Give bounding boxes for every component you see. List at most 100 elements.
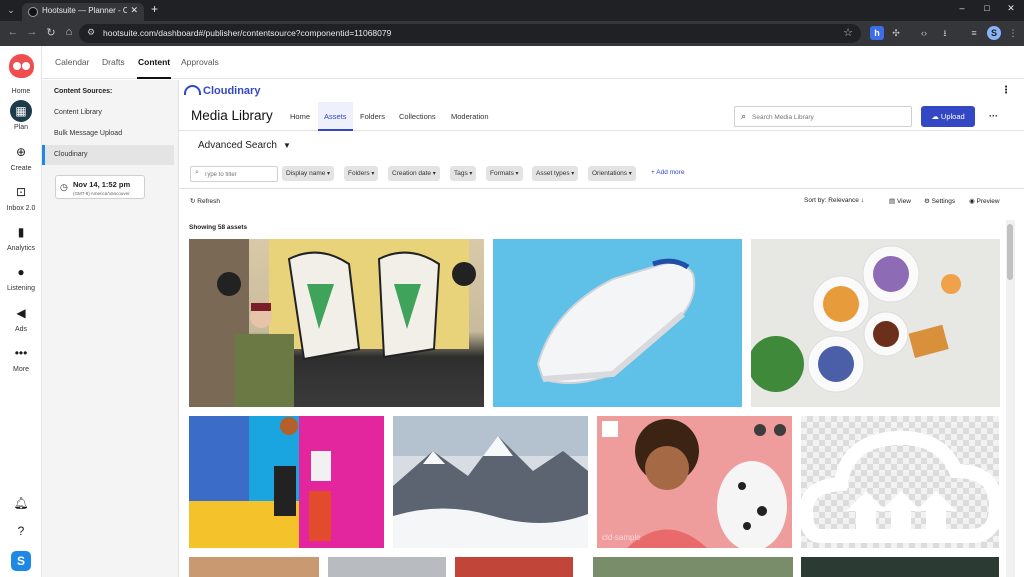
rail-item-analytics[interactable]: ▮ Analytics (0, 221, 42, 252)
scrollbar-thumb[interactable] (1007, 224, 1013, 280)
filter-folders[interactable]: Folders (344, 166, 379, 181)
tab-folders[interactable]: Folders (354, 102, 391, 131)
home-icon[interactable]: ⌂ (62, 26, 76, 38)
forward-arrow-icon[interactable]: → (25, 26, 39, 38)
asset-thumbnail-white-sneaker[interactable] (493, 239, 742, 407)
hootsuite-favicon-icon (28, 7, 38, 17)
asset-thumbnail-row3-2[interactable] (328, 557, 446, 577)
tab-approvals[interactable]: Approvals (181, 57, 219, 67)
more-options-icon[interactable]: ⋮ (1001, 85, 1011, 96)
asset-thumbnail-woman-mural[interactable] (189, 239, 484, 407)
address-bar[interactable]: ⚙ hootsuite.com/dashboard#/publisher/con… (79, 24, 861, 43)
planner-header: Calendar Drafts Content Approvals (42, 46, 1024, 79)
lightbulb-icon: ● (17, 265, 25, 279)
search-field[interactable]: ⌕ (734, 106, 912, 127)
settings-button[interactable]: ⚙ Settings (924, 197, 955, 205)
browser-tab[interactable]: Hootsuite — Planner - Content ✕ (22, 3, 144, 21)
tab-search-icon[interactable]: ⌄ (4, 3, 18, 17)
asset-thumbnail-row3-3[interactable] (455, 557, 573, 577)
cloudinary-media-library: Cloudinary ⋮ Media Library Home Assets F… (179, 80, 1024, 577)
owl-logo-icon[interactable] (9, 54, 34, 78)
search-icon: ⌕ (195, 169, 199, 176)
rail-item-listening[interactable]: ● Listening (0, 261, 42, 292)
tab-calendar[interactable]: Calendar (55, 57, 90, 67)
source-bulk-message-upload[interactable]: Bulk Message Upload (42, 124, 174, 144)
view-button[interactable]: ▤ View (889, 197, 911, 205)
rail-label-plan: Plan (13, 124, 28, 131)
browser-tab-strip: ⌄ Hootsuite — Planner - Content ✕ + – □ … (0, 0, 1024, 21)
asset-thumbnail-mountains[interactable] (393, 416, 588, 548)
preview-button[interactable]: ◉ Preview (969, 197, 1000, 205)
close-window-button[interactable]: ✕ (1004, 3, 1018, 14)
asset-thumbnail-row3-1[interactable] (189, 557, 319, 577)
tab-assets[interactable]: Assets (318, 102, 353, 131)
rail-label-analytics: Analytics (6, 245, 35, 252)
minimize-button[interactable]: – (955, 3, 969, 13)
tab-collections[interactable]: Collections (393, 102, 442, 131)
back-arrow-icon[interactable]: ← (6, 26, 20, 38)
calendar-icon: ▦ (10, 100, 32, 122)
new-tab-button[interactable]: + (151, 2, 158, 16)
tab-home[interactable]: Home (284, 102, 316, 131)
browser-menu-icon[interactable]: ⋮ (1006, 26, 1020, 40)
upload-label: Upload (940, 112, 965, 121)
tab-content[interactable]: Content (138, 57, 170, 67)
rail-item-home[interactable]: Home (0, 86, 42, 95)
maximize-button[interactable]: □ (980, 3, 994, 13)
filter-input[interactable] (204, 169, 274, 180)
asset-thumbnail-row3-4[interactable] (593, 557, 793, 577)
content-sources-title: Content Sources: (54, 88, 113, 95)
devtools-icon[interactable]: ‹› (917, 26, 931, 40)
rail-item-ads[interactable]: ◀ Ads (0, 302, 42, 333)
tab-close-icon[interactable]: ✕ (130, 5, 138, 16)
notifications-bell-icon[interactable]: 🔔︎ (0, 496, 42, 510)
refresh-button[interactable]: ↻ Refresh (190, 197, 220, 205)
rail-label-inbox: Inbox 2.0 (6, 205, 36, 212)
tab-drafts[interactable]: Drafts (102, 57, 125, 67)
scrollbar[interactable] (1006, 220, 1015, 577)
sort-label: Sort by: Relevance (804, 197, 859, 204)
extension-icon[interactable]: h (870, 26, 884, 40)
bookmark-star-icon[interactable]: ☆ (843, 26, 853, 39)
rail-item-plan[interactable]: ▦ Plan (0, 100, 42, 131)
filter-asset-types[interactable]: Asset types (532, 166, 579, 181)
filter-field[interactable]: ⌕ (190, 166, 278, 182)
filter-orientations[interactable]: Orientations (588, 166, 636, 181)
media-controls-icon[interactable]: ≡ (967, 26, 981, 40)
schedule-date-picker[interactable]: ◷ Nov 14, 1:52 pm (GMT-8) America/Vancou… (55, 175, 145, 199)
asset-thumbnail-breakfast-table[interactable] (751, 239, 1000, 407)
filter-formats[interactable]: Formats (486, 166, 523, 181)
filter-display-name[interactable]: Display name (282, 166, 335, 181)
asset-thumbnail-basketball[interactable] (189, 416, 384, 548)
site-info-icon[interactable]: ⚙ (87, 27, 95, 38)
asset-thumbnail-woman-dog[interactable]: cld-sample (597, 416, 792, 548)
add-more-label: Add more (656, 169, 685, 176)
schedule-date: Nov 14, 1:52 pm (73, 180, 131, 189)
more-horizontal-icon[interactable]: ··· (989, 111, 998, 121)
url-text[interactable]: hootsuite.com/dashboard#/publisher/conte… (103, 28, 391, 38)
active-tab-indicator (137, 77, 171, 79)
search-input[interactable] (752, 110, 902, 124)
extensions-puzzle-icon[interactable]: ✣ (889, 26, 903, 40)
source-cloudinary[interactable]: Cloudinary (42, 145, 174, 165)
upload-button[interactable]: ☁ Upload (921, 106, 975, 127)
filter-tags[interactable]: Tags (450, 166, 477, 181)
sort-dropdown[interactable]: Sort by: Relevance ↓ (804, 197, 864, 204)
add-more-filters-link[interactable]: + Add more (651, 169, 684, 176)
asset-thumbnail-cloudinary-logo[interactable] (801, 416, 999, 548)
filter-creation-date[interactable]: Creation date (388, 166, 440, 181)
download-icon[interactable]: ⭳ (938, 26, 952, 40)
asset-thumbnail-row3-5[interactable] (801, 557, 999, 577)
advanced-search-toggle[interactable]: Advanced Search ▼ (198, 140, 291, 151)
source-content-library[interactable]: Content Library (42, 103, 174, 123)
rail-item-inbox[interactable]: ⊡ Inbox 2.0 (0, 181, 42, 212)
profile-avatar[interactable]: S (987, 26, 1001, 40)
tab-moderation[interactable]: Moderation (445, 102, 495, 131)
help-icon[interactable]: ? (0, 524, 42, 538)
inbox-icon: ⊡ (15, 185, 27, 199)
reload-icon[interactable]: ↻ (44, 26, 58, 39)
rail-item-create[interactable]: ⊕ Create (0, 141, 42, 172)
tab-title: Hootsuite — Planner - Content (42, 6, 127, 15)
app-switcher-icon[interactable]: S (11, 551, 31, 571)
rail-item-more[interactable]: ••• More (0, 342, 42, 373)
